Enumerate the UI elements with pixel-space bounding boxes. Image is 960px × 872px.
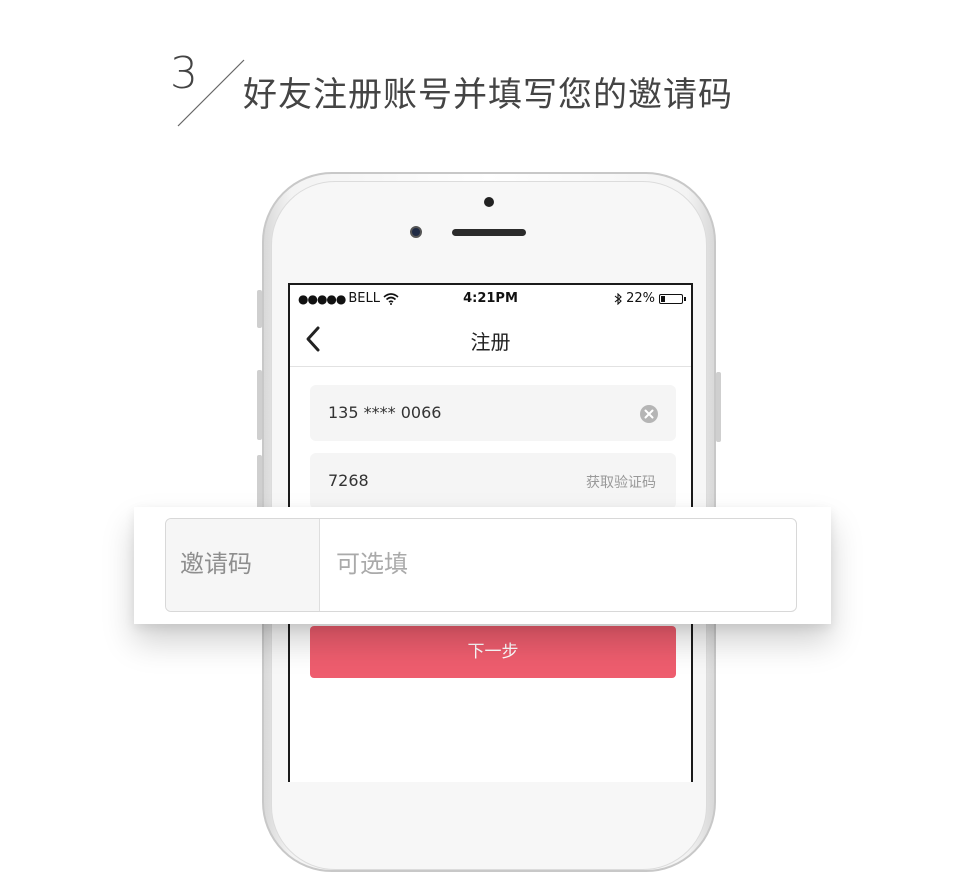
- battery-icon: [659, 293, 686, 304]
- proximity-sensor: [484, 197, 494, 207]
- mute-switch: [257, 290, 262, 328]
- status-bar: ●●●●● BELL 4:21PM 22%: [290, 285, 691, 311]
- power-button: [716, 372, 721, 442]
- verification-code-field[interactable]: 7268 获取验证码: [310, 453, 676, 509]
- navigation-bar: 注册: [290, 311, 691, 367]
- invite-code-label: 邀请码: [180, 550, 252, 578]
- page-title: 注册: [470, 330, 511, 354]
- step-divider-slash: [177, 59, 245, 127]
- phone-number-value: 135 **** 0066: [328, 403, 442, 422]
- front-camera: [410, 226, 422, 238]
- step-title: 好友注册账号并填写您的邀请码: [243, 75, 733, 115]
- invite-code-field[interactable]: 邀请码: [165, 518, 797, 612]
- invite-code-input[interactable]: [334, 537, 778, 591]
- bluetooth-icon: [614, 292, 622, 305]
- earpiece-speaker: [452, 229, 526, 236]
- get-code-button[interactable]: 获取验证码: [586, 472, 656, 492]
- invite-code-callout: 邀请码: [134, 507, 831, 624]
- invite-code-label-cell: 邀请码: [166, 519, 320, 611]
- battery-level: [661, 295, 665, 302]
- next-step-button[interactable]: 下一步: [310, 626, 676, 678]
- battery-info: 22%: [614, 291, 686, 306]
- battery-percent: 22%: [626, 291, 655, 306]
- volume-up-button: [257, 370, 262, 440]
- phone-number-field[interactable]: 135 **** 0066: [310, 385, 676, 441]
- clear-input-icon[interactable]: [640, 405, 658, 423]
- verification-code-value: 7268: [328, 471, 369, 490]
